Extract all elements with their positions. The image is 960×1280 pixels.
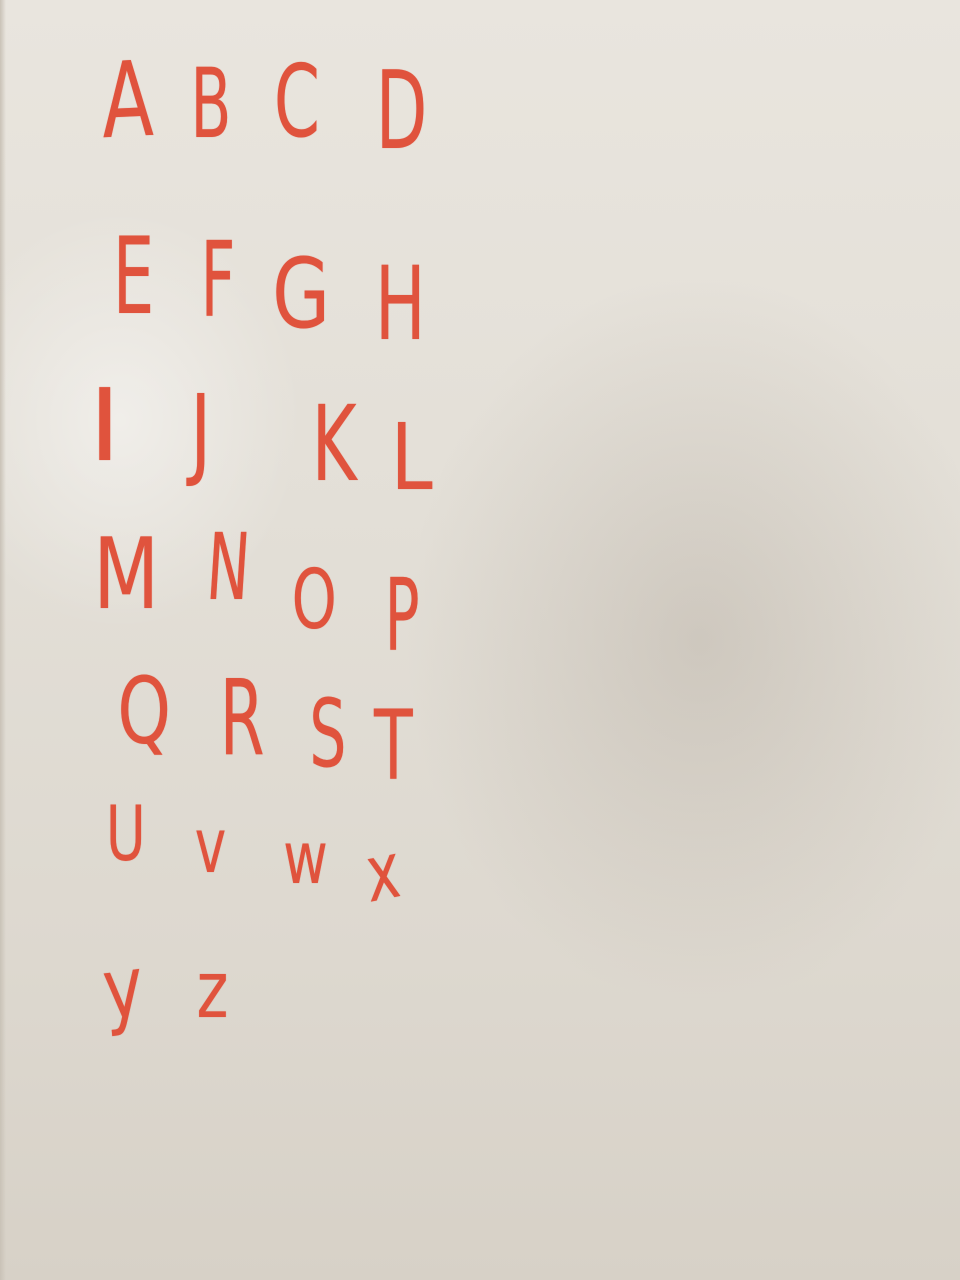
letter-e: E [112, 215, 155, 338]
letter-a: A [100, 37, 155, 163]
letter-i: I [88, 367, 121, 484]
letter-n: N [203, 514, 254, 621]
letter-d: D [375, 49, 428, 174]
letter-o: O [291, 553, 337, 648]
letter-h: H [375, 245, 426, 364]
letter-f: F [200, 219, 236, 341]
letter-t: T [373, 690, 413, 802]
letter-b: B [190, 48, 232, 160]
letter-l: L [390, 404, 433, 511]
letter-g: G [272, 238, 331, 350]
letter-s: S [309, 680, 347, 789]
handwritten-alphabet: A B C D E F G H I J K L M N O P Q R S T … [0, 0, 960, 1280]
whiteboard: A B C D E F G H I J K L M N O P Q R S T … [0, 0, 960, 1280]
letter-x: x [362, 825, 405, 921]
letter-u: U [105, 789, 146, 878]
letter-r: R [219, 657, 265, 779]
letter-y: y [98, 936, 147, 1040]
letter-p: P [384, 557, 420, 674]
letter-j: J [190, 373, 212, 490]
letter-v: v [194, 801, 227, 890]
letter-w: w [283, 816, 328, 900]
letter-z: z [196, 946, 229, 1036]
letter-c: C [273, 43, 320, 160]
letter-k: K [311, 383, 357, 505]
letter-q: Q [117, 658, 172, 765]
letter-m: M [93, 518, 160, 632]
